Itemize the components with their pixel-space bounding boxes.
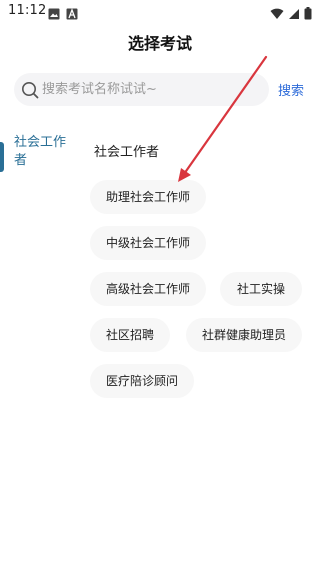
- app-a-icon: [66, 5, 78, 24]
- exam-chip[interactable]: 社群健康助理员: [186, 318, 302, 352]
- exam-chip[interactable]: 高级社会工作师: [90, 272, 206, 306]
- category-title: 社会工作者: [94, 145, 160, 160]
- wifi-icon: [270, 5, 284, 24]
- battery-icon: [304, 5, 312, 24]
- image-icon: [48, 5, 60, 24]
- signal-icon: [288, 5, 300, 24]
- sidebar-item-label: 社会工作者: [14, 135, 67, 168]
- search-icon: [20, 80, 40, 100]
- status-bar: 11:12: [0, 0, 320, 24]
- status-time: 11:12: [8, 3, 47, 18]
- exam-chip[interactable]: 社区招聘: [90, 318, 170, 352]
- search-input[interactable]: [40, 73, 262, 106]
- sidebar-item-social-worker[interactable]: 社会工作者: [0, 130, 82, 172]
- sidebar-selected-indicator: [0, 142, 4, 172]
- exam-chip[interactable]: 助理社会工作师: [90, 180, 206, 214]
- search-button[interactable]: 搜索: [278, 80, 304, 99]
- exam-chip[interactable]: 社工实操: [220, 272, 302, 306]
- exam-chip[interactable]: 中级社会工作师: [90, 226, 206, 260]
- page-title: 选择考试: [127, 34, 192, 53]
- search-box[interactable]: [14, 73, 269, 106]
- sidebar: 社会工作者: [0, 130, 82, 172]
- exam-chip[interactable]: 医疗陪诊顾问: [90, 364, 194, 398]
